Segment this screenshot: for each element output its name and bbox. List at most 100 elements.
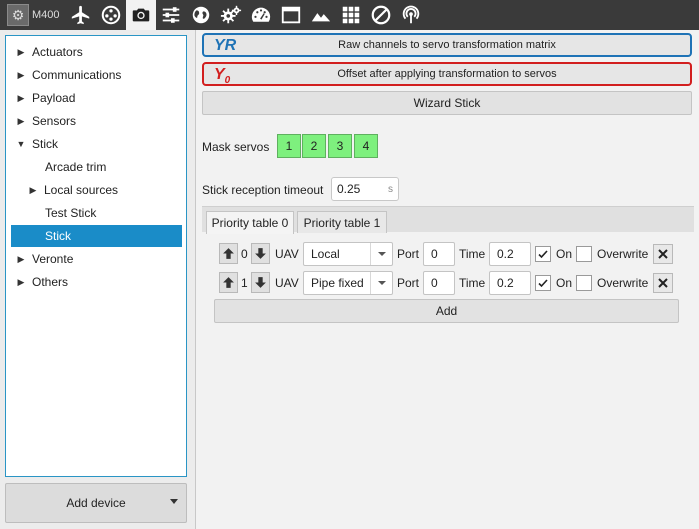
tree-item-payload[interactable]: ▶ Payload (6, 87, 186, 109)
expand-arrow-icon[interactable]: ▶ (16, 254, 26, 265)
tree-item-label: Local sources (44, 183, 119, 197)
expand-arrow-icon[interactable]: ▶ (16, 116, 26, 127)
time-input[interactable]: 0.2 (489, 271, 531, 295)
navigation-tree[interactable]: ▶ Actuators ▶ Communications ▶ Payload ▶… (5, 35, 187, 477)
uav-label: UAV (275, 276, 299, 290)
arrow-down-icon (255, 277, 266, 288)
tree-item-communications[interactable]: ▶ Communications (6, 64, 186, 86)
add-device-button[interactable]: Add device (5, 483, 187, 523)
main-toolbar: ⚙ M400 (0, 0, 699, 30)
on-label: On (556, 247, 573, 261)
uav-value: Pipe fixed (311, 276, 364, 290)
mask-servo-4[interactable]: 4 (354, 134, 378, 158)
joystick-icon[interactable] (96, 0, 126, 30)
uav-select[interactable]: Local (303, 242, 393, 266)
globe-icon[interactable] (186, 0, 216, 30)
tree-item-label: Actuators (32, 45, 83, 59)
move-down-button[interactable] (251, 272, 270, 293)
expand-arrow-icon[interactable]: ▶ (16, 70, 26, 81)
wizard-stick-button[interactable]: Wizard Stick (202, 91, 692, 115)
close-icon (658, 249, 668, 259)
window-icon[interactable] (276, 0, 306, 30)
tree-item-others[interactable]: ▶ Others (6, 271, 186, 293)
sliders-icon[interactable] (156, 0, 186, 30)
tab-priority-table-0[interactable]: Priority table 0 (206, 211, 294, 234)
camera-icon[interactable] (125, 0, 156, 30)
gears-icon[interactable] (216, 0, 246, 30)
expand-arrow-icon[interactable]: ▶ (28, 185, 38, 196)
close-icon (658, 278, 668, 288)
priority-row: 0 UAV Local Port 0 Time 0.2 On Overwrite (219, 242, 679, 266)
expand-arrow-icon[interactable]: ▶ (16, 277, 26, 288)
checkmark-icon (538, 279, 548, 288)
time-input[interactable]: 0.2 (489, 242, 531, 266)
chevron-down-icon[interactable] (170, 499, 178, 504)
tab-priority-table-1[interactable]: Priority table 1 (297, 211, 387, 233)
on-label: On (556, 276, 573, 290)
device-selector[interactable]: ⚙ M400 (0, 0, 66, 30)
chevron-down-icon[interactable] (370, 243, 392, 265)
y0-offset-label: Offset after applying transformation to … (337, 68, 557, 80)
tree-item-stick-selected[interactable]: Stick (11, 225, 182, 247)
mask-servo-3[interactable]: 3 (328, 134, 352, 158)
timeout-input[interactable]: 0.25 s (331, 177, 399, 201)
collapse-arrow-icon[interactable]: ▼ (16, 139, 26, 149)
time-label: Time (459, 247, 486, 261)
delete-row-button[interactable] (653, 273, 673, 293)
add-device-label: Add device (66, 496, 126, 510)
move-up-button[interactable] (219, 243, 238, 264)
timeout-unit: s (388, 184, 393, 195)
timeout-value: 0.25 (337, 182, 361, 196)
time-label: Time (459, 276, 486, 290)
add-priority-button[interactable]: Add (214, 299, 679, 323)
device-gear-icon: ⚙ (7, 4, 29, 26)
expand-arrow-icon[interactable]: ▶ (16, 47, 26, 58)
tree-item-test-stick[interactable]: Test Stick (6, 202, 186, 224)
move-up-button[interactable] (219, 272, 238, 293)
mask-servos-label: Mask servos (202, 140, 270, 154)
port-input[interactable]: 0 (423, 271, 455, 295)
arrow-up-icon (223, 277, 234, 288)
move-down-button[interactable] (251, 243, 270, 264)
airplane-icon[interactable] (66, 0, 96, 30)
delete-row-button[interactable] (653, 244, 673, 264)
arrow-down-icon (255, 248, 266, 259)
mask-servo-1[interactable]: 1 (277, 134, 301, 158)
overwrite-checkbox[interactable] (576, 275, 592, 291)
antenna-icon[interactable] (396, 0, 426, 30)
yr-matrix-label: Raw channels to servo transformation mat… (338, 39, 556, 51)
no-sign-icon[interactable] (366, 0, 396, 30)
overwrite-label: Overwrite (597, 276, 649, 290)
on-checkbox[interactable] (535, 246, 551, 262)
tree-item-label: Stick (45, 229, 72, 243)
yr-matrix-button[interactable]: YR Raw channels to servo transformation … (202, 33, 692, 57)
expand-arrow-icon[interactable]: ▶ (16, 93, 26, 104)
uav-label: UAV (275, 247, 299, 261)
mountains-icon[interactable] (306, 0, 336, 30)
overwrite-checkbox[interactable] (576, 246, 592, 262)
mask-servo-2[interactable]: 2 (302, 134, 326, 158)
tree-item-veronte[interactable]: ▶ Veronte (6, 248, 186, 270)
port-input[interactable]: 0 (423, 242, 455, 266)
tree-item-arcade-trim[interactable]: Arcade trim (6, 156, 186, 178)
tree-item-sensors[interactable]: ▶ Sensors (6, 110, 186, 132)
port-label: Port (397, 276, 420, 290)
tree-item-local-sources[interactable]: ▶ Local sources (6, 179, 186, 201)
timeout-label: Stick reception timeout (202, 183, 324, 197)
tree-item-label: Communications (32, 68, 122, 82)
tree-item-stick[interactable]: ▼ Stick (6, 133, 186, 155)
on-checkbox[interactable] (535, 275, 551, 291)
yr-symbol: YR (214, 37, 237, 54)
left-panel: ▶ Actuators ▶ Communications ▶ Payload ▶… (0, 30, 196, 529)
tree-item-label: Sensors (32, 114, 77, 128)
chevron-down-icon[interactable] (370, 272, 392, 294)
device-label: M400 (32, 9, 60, 21)
tree-item-actuators[interactable]: ▶ Actuators (6, 41, 186, 63)
arrow-up-icon (223, 248, 234, 259)
priority-row: 1 UAV Pipe fixed Port 0 Time 0.2 On Over… (219, 271, 679, 295)
uav-select[interactable]: Pipe fixed (303, 271, 393, 295)
grid-icon[interactable] (336, 0, 366, 30)
tree-item-label: Arcade trim (45, 160, 107, 174)
dashboard-icon[interactable] (246, 0, 276, 30)
y0-offset-button[interactable]: Y0 Offset after applying transformation … (202, 62, 692, 86)
